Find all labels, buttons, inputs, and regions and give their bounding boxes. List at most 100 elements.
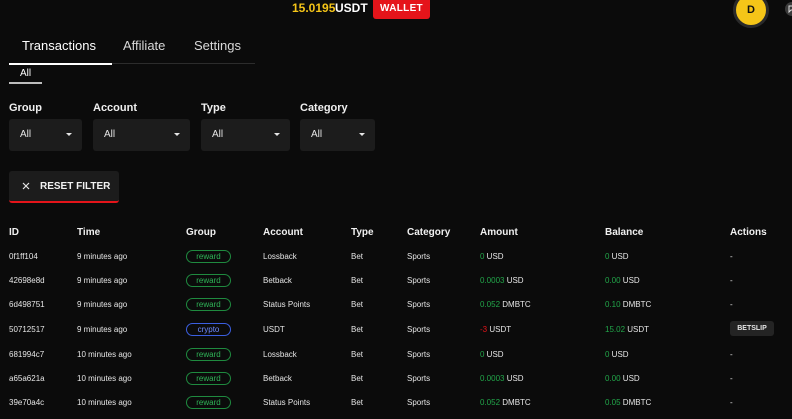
filter-label-category: Category bbox=[300, 102, 348, 114]
balance-value: 0.00 bbox=[605, 276, 621, 285]
amount-value: 0.052 bbox=[480, 398, 501, 407]
amount-value: 0.0003 bbox=[480, 276, 505, 285]
row-time: 9 minutes ago bbox=[77, 252, 128, 261]
group-badge: reward bbox=[186, 250, 231, 263]
chat-icon[interactable] bbox=[785, 2, 792, 16]
column-header-balance: Balance bbox=[605, 227, 644, 238]
amount-currency: USD bbox=[504, 374, 524, 383]
row-id: 39e70a4c bbox=[9, 398, 45, 407]
balance-currency: DMBTC bbox=[620, 300, 652, 309]
balance-value: 0.10 bbox=[605, 300, 621, 309]
type-select[interactable]: All bbox=[201, 119, 290, 151]
group-badge: reward bbox=[186, 348, 231, 361]
row-amount: 0.0003 USD bbox=[480, 276, 524, 285]
category-select-value: All bbox=[311, 129, 323, 140]
account-select-value: All bbox=[104, 129, 116, 140]
group-badge: crypto bbox=[186, 323, 231, 336]
row-account: Lossback bbox=[263, 252, 297, 261]
chevron-down-icon bbox=[274, 133, 280, 136]
row-balance: 15.02 USDT bbox=[605, 325, 649, 334]
amount-currency: DMBTC bbox=[500, 300, 531, 309]
row-category: Sports bbox=[407, 276, 431, 285]
column-header-actions: Actions bbox=[730, 227, 767, 238]
group-badge: reward bbox=[186, 372, 231, 385]
filter-label-type: Type bbox=[201, 102, 226, 114]
balance-currency: DMBTC bbox=[620, 398, 652, 407]
row-time: 9 minutes ago bbox=[77, 300, 128, 309]
category-select[interactable]: All bbox=[300, 119, 375, 151]
row-type: Bet bbox=[351, 374, 364, 383]
row-balance: 0 USD bbox=[605, 350, 629, 359]
column-header-category: Category bbox=[407, 227, 451, 238]
row-time: 10 minutes ago bbox=[77, 374, 132, 383]
column-header-group: Group bbox=[186, 227, 216, 238]
tab-affiliate[interactable]: Affiliate bbox=[123, 34, 165, 64]
row-balance: 0.05 DMBTC bbox=[605, 398, 651, 407]
balance-amount: 15.0195 bbox=[292, 1, 336, 15]
row-account: Status Points bbox=[263, 300, 311, 309]
row-id: 681994c7 bbox=[9, 350, 45, 359]
row-id: a65a621a bbox=[9, 374, 45, 383]
column-header-type: Type bbox=[351, 227, 374, 238]
group-badge: reward bbox=[186, 396, 231, 409]
row-balance: 0 USD bbox=[605, 252, 629, 261]
tab-settings[interactable]: Settings bbox=[194, 34, 241, 64]
row-category: Sports bbox=[407, 398, 431, 407]
avatar[interactable]: D bbox=[733, 0, 769, 28]
row-account: Betback bbox=[263, 276, 292, 285]
chevron-down-icon bbox=[66, 133, 72, 136]
row-type: Bet bbox=[351, 398, 364, 407]
row-amount: -3 USDT bbox=[480, 325, 511, 334]
balance-value: 0.05 bbox=[605, 398, 621, 407]
chevron-down-icon bbox=[174, 133, 180, 136]
account-select[interactable]: All bbox=[93, 119, 190, 151]
amount-currency: USD bbox=[484, 252, 504, 261]
transactions-page: 15.0195 USDT WALLET D Transactions Affil… bbox=[0, 0, 792, 419]
group-select[interactable]: All bbox=[9, 119, 82, 151]
reset-filter-label: RESET FILTER bbox=[40, 181, 111, 192]
betslip-button[interactable]: BETSLIP bbox=[730, 321, 774, 336]
balance-currency: USDT bbox=[335, 1, 368, 15]
row-id: 50712517 bbox=[9, 325, 45, 334]
balance-currency: USD bbox=[620, 374, 640, 383]
wallet-button[interactable]: WALLET bbox=[373, 0, 430, 19]
filter-label-account: Account bbox=[93, 102, 137, 114]
group-select-value: All bbox=[20, 129, 32, 140]
row-amount: 0 USD bbox=[480, 252, 504, 261]
row-balance: 0.00 USD bbox=[605, 374, 640, 383]
row-time: 10 minutes ago bbox=[77, 350, 132, 359]
balance-value: 0.00 bbox=[605, 374, 621, 383]
row-category: Sports bbox=[407, 350, 431, 359]
balance-currency: USD bbox=[609, 252, 629, 261]
type-select-value: All bbox=[212, 129, 224, 140]
row-type: Bet bbox=[351, 350, 364, 359]
column-header-time: Time bbox=[77, 227, 101, 238]
column-header-account: Account bbox=[263, 227, 303, 238]
row-action: - bbox=[730, 398, 733, 407]
row-balance: 0.10 DMBTC bbox=[605, 300, 651, 309]
row-type: Bet bbox=[351, 252, 364, 261]
group-badge: reward bbox=[186, 298, 231, 311]
row-id: 6d498751 bbox=[9, 300, 45, 309]
row-type: Bet bbox=[351, 325, 364, 334]
amount-currency: USD bbox=[484, 350, 504, 359]
row-id: 0f1ff104 bbox=[9, 252, 38, 261]
row-time: 9 minutes ago bbox=[77, 325, 128, 334]
subtab-all[interactable]: All bbox=[9, 66, 42, 84]
row-amount: 0.0003 USD bbox=[480, 374, 524, 383]
row-category: Sports bbox=[407, 374, 431, 383]
amount-value: 0.052 bbox=[480, 300, 501, 309]
row-account: Lossback bbox=[263, 350, 297, 359]
group-badge: reward bbox=[186, 274, 231, 287]
balance-currency: USD bbox=[620, 276, 640, 285]
row-action: - bbox=[730, 252, 733, 261]
tab-transactions[interactable]: Transactions bbox=[9, 34, 112, 65]
row-balance: 0.00 USD bbox=[605, 276, 640, 285]
close-icon bbox=[22, 182, 30, 190]
amount-currency: USD bbox=[504, 276, 524, 285]
reset-filter-button[interactable]: RESET FILTER bbox=[9, 171, 119, 203]
balance-currency: USD bbox=[609, 350, 629, 359]
row-time: 9 minutes ago bbox=[77, 276, 128, 285]
balance-currency: USDT bbox=[625, 325, 650, 334]
row-category: Sports bbox=[407, 300, 431, 309]
